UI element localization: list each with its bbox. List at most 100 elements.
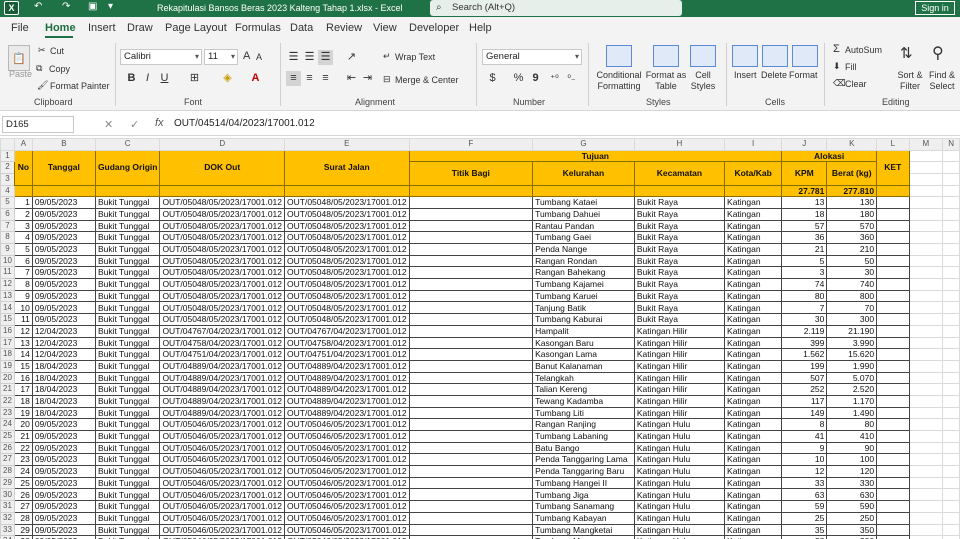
autosum-button[interactable]: AutoSum	[845, 45, 882, 55]
cell[interactable]	[908, 511, 944, 525]
tab-view[interactable]: View	[373, 22, 397, 34]
cell-titik-bagi[interactable]	[408, 511, 534, 525]
cell-kelurahan[interactable]: Rangan Ranjing	[532, 418, 635, 431]
cell[interactable]	[942, 231, 960, 244]
cell-no[interactable]: 23	[13, 453, 33, 467]
row-header[interactable]: 31	[0, 500, 15, 513]
cell-kelurahan[interactable]: Tumbang Mangketai	[532, 523, 635, 537]
cell-ket[interactable]	[876, 289, 910, 303]
align-middle-icon[interactable]: ☰	[302, 50, 317, 65]
cell-no[interactable]: 27	[13, 500, 33, 513]
cell-dok-out[interactable]: OUT/04889/04/2023/17001.012	[159, 383, 286, 396]
cell-styles-icon[interactable]	[690, 45, 716, 67]
column-header[interactable]: J	[781, 138, 828, 151]
cell-ket[interactable]	[876, 523, 910, 537]
cell-kecamatan[interactable]: Bukit Raya	[633, 301, 726, 315]
cell-kelurahan[interactable]: Tewang Kadamba	[532, 394, 635, 408]
cell-kecamatan[interactable]: Katingan Hulu	[633, 511, 726, 525]
header-berat[interactable]: Berat (kg)	[826, 161, 878, 186]
cell[interactable]	[908, 149, 944, 163]
cell-gudang[interactable]: Bukit Tunggal	[94, 488, 161, 502]
copy-icon[interactable]: ⧉	[36, 63, 42, 74]
cell-no[interactable]: 4	[13, 231, 33, 244]
column-header[interactable]: F	[408, 138, 534, 151]
cell-no[interactable]: 17	[13, 383, 33, 396]
cell-titik-bagi[interactable]	[408, 476, 534, 490]
grow-font-icon[interactable]: A	[243, 50, 250, 62]
formula-input[interactable]: OUT/04514/04/2023/17001.012	[174, 118, 315, 129]
cell-kecamatan[interactable]: Bukit Raya	[633, 219, 726, 233]
cell[interactable]	[942, 348, 960, 361]
cell-gudang[interactable]: Bukit Tunggal	[94, 500, 161, 513]
row-header[interactable]: 11	[0, 266, 15, 280]
row-header[interactable]: 24	[0, 418, 15, 431]
cell-kota[interactable]: Katingan	[724, 488, 783, 502]
cell-ket[interactable]	[876, 207, 910, 221]
cell-no[interactable]: 19	[13, 406, 33, 420]
sort-filter-icon[interactable]: ⇅	[900, 44, 913, 62]
sort-filter-button[interactable]: Sort & Filter	[895, 70, 925, 92]
cell-kota[interactable]: Katingan	[724, 523, 783, 537]
cell-ket[interactable]	[876, 488, 910, 502]
percent-button[interactable]: %	[511, 71, 526, 86]
cell-kecamatan[interactable]: Katingan Hilir	[633, 359, 726, 373]
cell-gudang[interactable]: Bukit Tunggal	[94, 359, 161, 373]
cell-kota[interactable]: Katingan	[724, 289, 783, 303]
cell-kota[interactable]: Katingan	[724, 511, 783, 525]
row-header[interactable]: 7	[0, 219, 15, 233]
header-ket[interactable]: KET	[876, 149, 910, 186]
find-icon[interactable]: ⚲	[932, 43, 944, 63]
conditional-formatting-icon[interactable]	[606, 45, 632, 67]
row-header[interactable]: 16	[0, 324, 15, 338]
cell-tanggal[interactable]: 12/04/2023	[31, 324, 96, 338]
cell-ket[interactable]	[876, 348, 910, 361]
cell-kecamatan[interactable]: Bukit Raya	[633, 231, 726, 244]
cell-ket[interactable]	[876, 301, 910, 315]
cell-kota[interactable]: Katingan	[724, 406, 783, 420]
cell-gudang[interactable]: Bukit Tunggal	[94, 207, 161, 221]
cell-surat-jalan[interactable]: OUT/05048/05/2023/17001.012	[284, 301, 410, 315]
cell-kota[interactable]: Katingan	[724, 359, 783, 373]
cell[interactable]	[908, 476, 944, 490]
cell-no[interactable]: 2	[13, 207, 33, 221]
cell-surat-jalan[interactable]: OUT/05046/05/2023/17001.012	[284, 511, 410, 525]
tab-page-layout[interactable]: Page Layout	[165, 22, 227, 34]
cell-ket[interactable]	[876, 231, 910, 244]
cell-surat-jalan[interactable]: OUT/04889/04/2023/17001.012	[284, 394, 410, 408]
cell-kpm[interactable]: 2.119	[781, 324, 828, 338]
cell-tanggal[interactable]: 09/05/2023	[31, 511, 96, 525]
row-header[interactable]: 33	[0, 523, 15, 537]
cell-kelurahan[interactable]: Hampalit	[532, 324, 635, 338]
wrap-text-button[interactable]: Wrap Text	[395, 52, 435, 62]
cell-berat[interactable]: 100	[826, 453, 878, 467]
header-titik-bagi[interactable]: Titik Bagi	[408, 161, 534, 186]
cell-kpm[interactable]: 33	[781, 476, 828, 490]
cell-titik-bagi[interactable]	[408, 418, 534, 431]
align-top-icon[interactable]: ☰	[286, 50, 301, 65]
cell-kpm[interactable]: 252	[781, 383, 828, 396]
cell-tanggal[interactable]: 09/05/2023	[31, 430, 96, 443]
select-all-corner[interactable]	[0, 138, 15, 151]
cell-tanggal[interactable]: 09/05/2023	[31, 278, 96, 291]
cell-no[interactable]: 7	[13, 266, 33, 280]
cell-kota[interactable]: Katingan	[724, 465, 783, 478]
cell-kecamatan[interactable]: Bukit Raya	[633, 243, 726, 256]
insert-cells-icon[interactable]	[732, 45, 758, 67]
cell-ket[interactable]	[876, 313, 910, 326]
cell-surat-jalan[interactable]: OUT/05046/05/2023/17001.012	[284, 500, 410, 513]
cell-kelurahan[interactable]: Talian Kereng	[532, 383, 635, 396]
cell-kelurahan[interactable]: Rangan Rondan	[532, 254, 635, 268]
font-size-select[interactable]: 11 ▾	[204, 49, 238, 65]
row-header[interactable]: 8	[0, 231, 15, 244]
row-header[interactable]: 15	[0, 313, 15, 326]
cell-dok-out[interactable]: OUT/05046/05/2023/17001.012	[159, 500, 286, 513]
cell[interactable]	[908, 313, 944, 326]
cell-surat-jalan[interactable]: OUT/04758/04/2023/17001.012	[284, 336, 410, 350]
cell-gudang[interactable]: Bukit Tunggal	[94, 324, 161, 338]
cell-titik-bagi[interactable]	[408, 430, 534, 443]
cell[interactable]	[908, 278, 944, 291]
format-painter-icon[interactable]: 🖌	[37, 80, 48, 91]
cell-berat[interactable]: 1.990	[826, 359, 878, 373]
cell-berat[interactable]: 90	[826, 441, 878, 455]
cell-kecamatan[interactable]: Bukit Raya	[633, 254, 726, 268]
